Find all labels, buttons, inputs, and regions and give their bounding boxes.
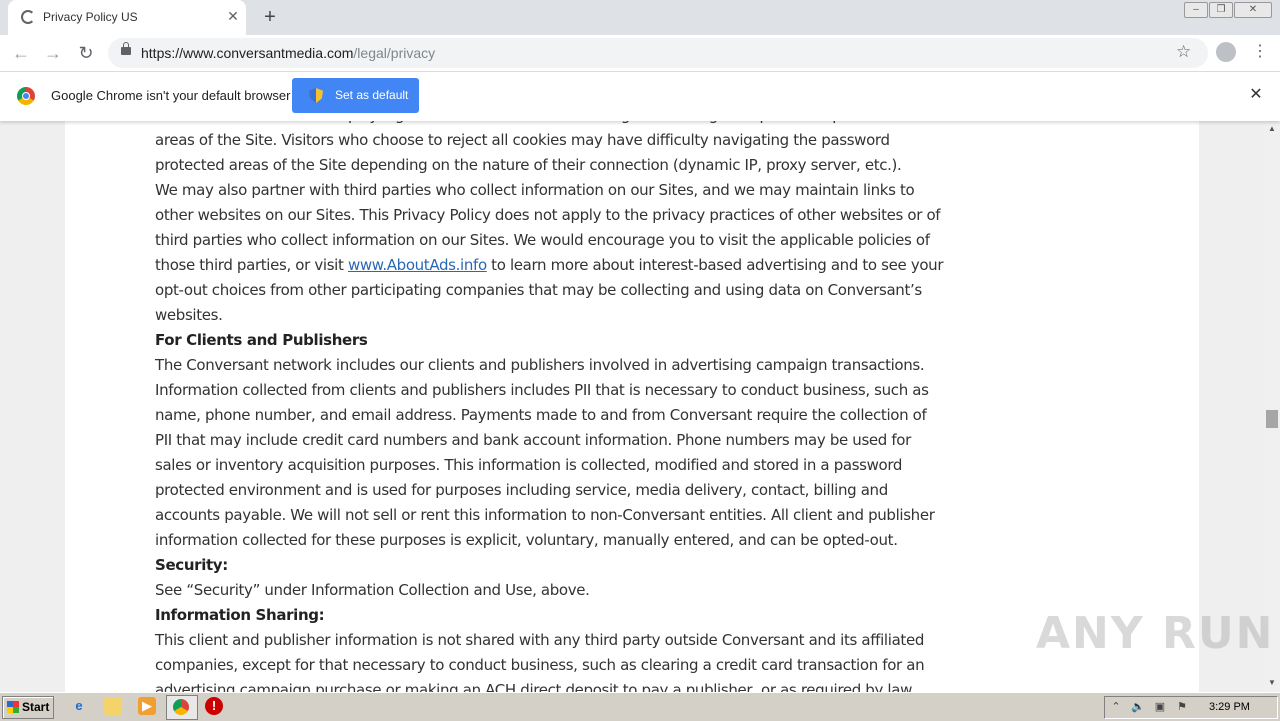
- reload-icon[interactable]: ↻: [73, 40, 99, 66]
- scroll-down-arrow-icon[interactable]: ▼: [1264, 676, 1280, 690]
- minimize-button[interactable]: –: [1184, 2, 1208, 18]
- infobar-message: Google Chrome isn't your default browser: [51, 88, 291, 103]
- address-bar[interactable]: https://www.conversantmedia.com/legal/pr…: [108, 38, 1208, 68]
- scroll-up-arrow-icon[interactable]: ▲: [1264, 122, 1280, 136]
- privacy-content: We also use cookies to simplify login an…: [155, 120, 945, 692]
- lock-icon[interactable]: [121, 42, 131, 55]
- file-explorer-icon[interactable]: [104, 697, 122, 715]
- page-body: We also use cookies to simplify login an…: [65, 120, 1199, 692]
- forward-arrow-icon[interactable]: →: [40, 40, 66, 66]
- tab-title: Privacy Policy US: [43, 10, 138, 24]
- url-host: https://www.conversantmedia.com: [141, 45, 354, 61]
- tray-expand-icon[interactable]: ⌃: [1109, 700, 1123, 714]
- scrollbar-thumb[interactable]: [1266, 410, 1278, 428]
- start-button[interactable]: Start: [2, 696, 54, 719]
- tab-privacy-policy[interactable]: Privacy Policy US ✕: [8, 0, 246, 35]
- set-as-default-label: Set as default: [335, 88, 409, 102]
- heading-security: Security:: [155, 556, 228, 574]
- anyrun-watermark: ANY RUN: [1036, 608, 1275, 659]
- page-scrollbar[interactable]: ▲ ▼: [1264, 120, 1280, 692]
- clock[interactable]: 3:29 PM: [1209, 701, 1250, 713]
- tab-close-icon[interactable]: ✕: [224, 7, 242, 25]
- restore-button[interactable]: ❐: [1209, 2, 1233, 18]
- windows-taskbar: Start e ▶ ! ⌃ 🔈 ▣ ⚑ 3:29 PM: [0, 692, 1280, 721]
- tab-strip: Privacy Policy US ✕ + – ❐ ✕: [0, 0, 1280, 35]
- url-text[interactable]: https://www.conversantmedia.com/legal/pr…: [141, 45, 435, 61]
- start-label: Start: [22, 700, 50, 714]
- heading-clients-publishers: For Clients and Publishers: [155, 331, 368, 349]
- opera-icon[interactable]: !: [205, 697, 223, 715]
- bookmark-star-icon[interactable]: ☆: [1176, 42, 1191, 62]
- default-browser-infobar: Google Chrome isn't your default browser…: [0, 71, 1280, 121]
- paragraph-clients: The Conversant network includes our clie…: [155, 356, 935, 549]
- set-as-default-button[interactable]: Set as default: [292, 78, 419, 113]
- page-viewport: We also use cookies to simplify login an…: [0, 120, 1264, 692]
- chrome-taskbar-button[interactable]: [166, 695, 198, 720]
- system-tray: ⌃ 🔈 ▣ ⚑ 3:29 PM: [1104, 696, 1278, 719]
- paragraph-third-parties: We may also partner with third parties w…: [155, 178, 945, 328]
- windows-logo-icon: [7, 701, 19, 713]
- uac-shield-icon: [309, 88, 323, 103]
- heading-information-sharing: Information Sharing:: [155, 606, 325, 624]
- paragraph-cookies: We also use cookies to simplify login an…: [155, 120, 902, 174]
- back-arrow-icon[interactable]: ←: [8, 40, 34, 66]
- chrome-icon: [173, 699, 189, 715]
- volume-icon[interactable]: 🔈: [1131, 700, 1145, 714]
- network-icon[interactable]: ▣: [1153, 700, 1167, 714]
- url-path: /legal/privacy: [353, 45, 436, 61]
- close-window-button[interactable]: ✕: [1234, 2, 1272, 18]
- aboutads-link[interactable]: www.AboutAds.info: [348, 256, 487, 274]
- loading-spinner-icon: [21, 10, 35, 24]
- paragraph-sharing: This client and publisher information is…: [155, 631, 925, 692]
- new-tab-button[interactable]: +: [258, 5, 282, 29]
- action-center-flag-icon[interactable]: ⚑: [1175, 700, 1189, 714]
- infobar-close-icon[interactable]: ✕: [1248, 87, 1264, 103]
- more-menu-icon[interactable]: ⋮: [1252, 42, 1268, 62]
- chrome-logo-icon: [17, 87, 35, 105]
- paragraph-security: See “Security” under Information Collect…: [155, 581, 590, 599]
- browser-toolbar: ← → ↻ https://www.conversantmedia.com/le…: [0, 35, 1280, 71]
- profile-avatar-icon[interactable]: [1216, 42, 1236, 62]
- media-player-icon[interactable]: ▶: [138, 697, 156, 715]
- internet-explorer-icon[interactable]: e: [70, 697, 88, 715]
